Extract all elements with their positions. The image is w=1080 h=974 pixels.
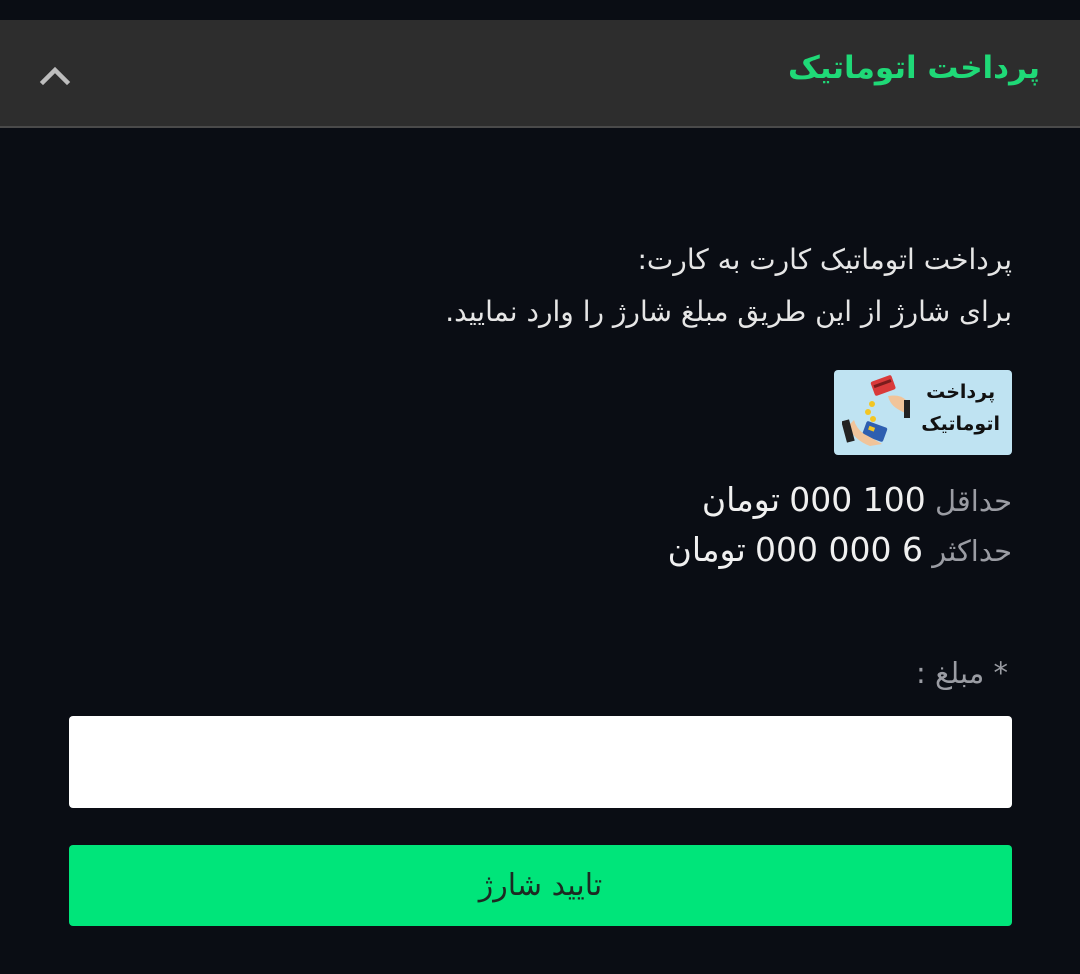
min-limit-unit: تومان (701, 480, 781, 519)
amount-label: * مبلغ : (915, 656, 1008, 690)
max-limit-value: 6 000 000 (755, 530, 924, 569)
min-limit: حداقل 100 000 تومان (702, 480, 1012, 519)
min-limit-label: حداقل (934, 484, 1012, 518)
max-limit-unit: تومان (667, 530, 746, 569)
confirm-charge-button[interactable]: تایید شارژ (69, 845, 1012, 926)
card-hands-icon (842, 375, 910, 446)
max-limit-label: حداکثر (932, 534, 1012, 568)
accordion-content: پرداخت اتوماتیک کارت به کارت: برای شارژ … (0, 128, 1080, 974)
logo-text-line-2: اتوماتیک (921, 413, 1000, 435)
payment-description: پرداخت اتوماتیک کارت به کارت: برای شارژ … (445, 234, 1012, 338)
min-limit-value: 100 000 (789, 480, 926, 519)
amount-input[interactable] (69, 716, 1012, 808)
description-line-2: برای شارژ از این طریق مبلغ شارژ را وارد … (445, 295, 1012, 328)
chevron-up-icon[interactable] (32, 52, 78, 98)
description-line-1: پرداخت اتوماتیک کارت به کارت: (637, 243, 1013, 276)
section-title: پرداخت اتوماتیک (788, 50, 1040, 86)
max-limit: حداکثر 6 000 000 تومان (668, 530, 1012, 569)
logo-text: پرداخت اتوماتیک (921, 376, 1000, 440)
auto-payment-logo: پرداخت اتوماتیک (834, 370, 1012, 455)
accordion-header[interactable]: پرداخت اتوماتیک (0, 20, 1080, 128)
logo-text-line-1: پرداخت (926, 381, 996, 403)
top-strip (0, 0, 1080, 20)
